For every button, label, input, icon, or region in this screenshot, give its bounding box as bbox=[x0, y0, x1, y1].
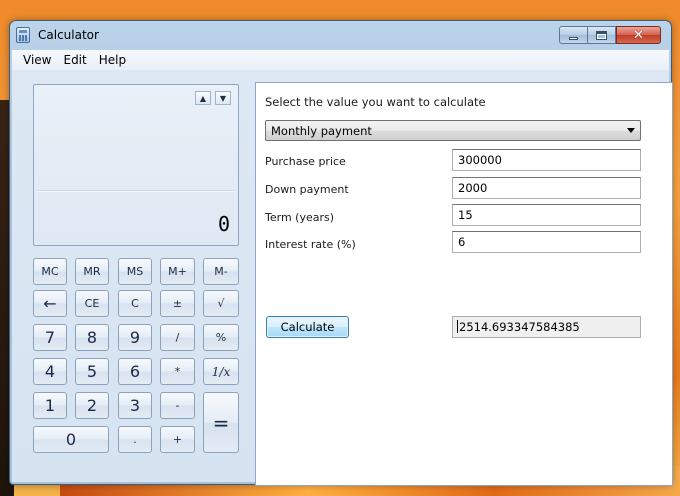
key-reciprocal[interactable]: 1/x bbox=[203, 358, 239, 385]
purchase-price-label: Purchase price bbox=[265, 155, 346, 168]
key-mr[interactable]: MR bbox=[75, 258, 109, 285]
key-1[interactable]: 1 bbox=[33, 392, 67, 419]
key-divide[interactable]: / bbox=[160, 324, 195, 351]
key-mc[interactable]: MC bbox=[33, 258, 67, 285]
calculator-window: Calculator ✕ View Edit Help ▲ ▼ 0 MC MR … bbox=[9, 20, 673, 486]
key-ce[interactable]: CE bbox=[75, 290, 109, 317]
history-up-button[interactable]: ▲ bbox=[195, 91, 211, 105]
key-9[interactable]: 9 bbox=[118, 324, 152, 351]
calculate-target-value: Monthly payment bbox=[271, 123, 372, 138]
menu-help[interactable]: Help bbox=[93, 53, 132, 67]
key-plus-minus[interactable]: ± bbox=[160, 290, 195, 317]
display-value: 0 bbox=[217, 212, 230, 236]
maximize-button[interactable] bbox=[588, 26, 616, 44]
menu-bar: View Edit Help bbox=[12, 50, 669, 70]
key-subtract[interactable]: - bbox=[160, 392, 195, 419]
key-backspace[interactable]: ← bbox=[33, 290, 67, 317]
purchase-price-input[interactable]: 300000 bbox=[452, 149, 641, 171]
window-title: Calculator bbox=[38, 28, 99, 42]
mortgage-panel: Select the value you want to calculate M… bbox=[255, 82, 673, 486]
key-m-plus[interactable]: M+ bbox=[160, 258, 195, 285]
menu-edit[interactable]: Edit bbox=[57, 53, 92, 67]
calculate-button[interactable]: Calculate bbox=[266, 316, 349, 338]
calculator-display: ▲ ▼ 0 bbox=[33, 84, 239, 246]
display-divider bbox=[38, 191, 234, 192]
result-field[interactable]: 2514.693347584385 bbox=[452, 316, 641, 338]
interest-rate-input[interactable]: 6 bbox=[452, 231, 641, 253]
arrow-down-icon: ▼ bbox=[219, 93, 227, 103]
arrow-up-icon: ▲ bbox=[199, 93, 207, 103]
history-down-button[interactable]: ▼ bbox=[215, 91, 231, 105]
result-value: 2514.693347584385 bbox=[459, 320, 580, 334]
text-caret bbox=[457, 320, 458, 333]
key-0[interactable]: 0 bbox=[33, 426, 109, 453]
key-8[interactable]: 8 bbox=[75, 324, 109, 351]
key-m-minus[interactable]: M- bbox=[203, 258, 239, 285]
key-3[interactable]: 3 bbox=[118, 392, 152, 419]
title-bar[interactable]: Calculator ✕ bbox=[10, 21, 671, 49]
key-7[interactable]: 7 bbox=[33, 324, 67, 351]
key-sqrt[interactable]: √ bbox=[203, 290, 239, 317]
close-button[interactable]: ✕ bbox=[616, 26, 661, 44]
key-percent[interactable]: % bbox=[203, 324, 239, 351]
key-4[interactable]: 4 bbox=[33, 358, 67, 385]
interest-rate-label: Interest rate (%) bbox=[265, 238, 356, 251]
minimize-button[interactable] bbox=[559, 26, 588, 44]
key-decimal[interactable]: . bbox=[118, 426, 152, 453]
down-payment-label: Down payment bbox=[265, 183, 349, 196]
term-years-label: Term (years) bbox=[265, 211, 335, 224]
close-icon: ✕ bbox=[633, 27, 644, 43]
key-add[interactable]: + bbox=[160, 426, 195, 453]
term-years-input[interactable]: 15 bbox=[452, 204, 641, 226]
calculate-prompt: Select the value you want to calculate bbox=[265, 95, 486, 109]
key-multiply[interactable]: * bbox=[160, 358, 195, 385]
key-c[interactable]: C bbox=[118, 290, 152, 317]
minimize-icon bbox=[569, 36, 578, 40]
maximize-icon bbox=[596, 30, 607, 40]
calculate-target-select[interactable]: Monthly payment bbox=[265, 120, 641, 141]
key-5[interactable]: 5 bbox=[75, 358, 109, 385]
dropdown-arrow-icon bbox=[627, 128, 635, 133]
key-equals[interactable]: = bbox=[203, 392, 239, 453]
key-2[interactable]: 2 bbox=[75, 392, 109, 419]
menu-view[interactable]: View bbox=[17, 53, 57, 67]
key-6[interactable]: 6 bbox=[118, 358, 152, 385]
down-payment-input[interactable]: 2000 bbox=[452, 177, 641, 199]
key-ms[interactable]: MS bbox=[118, 258, 152, 285]
calculator-app-icon[interactable] bbox=[16, 27, 30, 43]
